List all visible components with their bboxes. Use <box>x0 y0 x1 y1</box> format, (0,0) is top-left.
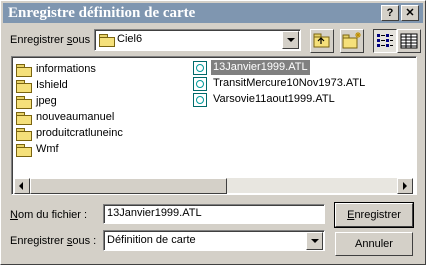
folder-icon <box>16 80 32 93</box>
new-folder-button[interactable] <box>340 29 364 53</box>
folder-icon <box>99 34 115 47</box>
file-list[interactable]: informations Ishield jpeg nouveaumanuel … <box>11 56 417 195</box>
save-as-type-value: Définition de carte <box>107 234 196 246</box>
help-button[interactable]: ? <box>381 5 399 21</box>
atl-file-icon <box>193 93 207 107</box>
save-as-type-dropdown-button[interactable] <box>306 232 323 250</box>
save-in-label: Enregistrer sous : <box>10 34 97 46</box>
details-view-button[interactable] <box>397 29 421 53</box>
up-folder-icon <box>313 33 330 48</box>
title-bar[interactable]: Enregistre définition de carte ? ✕ <box>3 3 423 23</box>
save-as-type-label: Enregistrer sous : <box>10 235 97 247</box>
filename-label: Nom du fichier : <box>10 209 88 221</box>
folder-icon <box>16 144 32 157</box>
filename-value: 13Janvier1999.ATL <box>107 207 202 219</box>
dialog-title: Enregistre définition de carte <box>8 5 196 21</box>
folder-icon <box>16 64 32 77</box>
close-button[interactable]: ✕ <box>401 5 419 21</box>
save-in-combo[interactable]: Ciel6 <box>94 29 301 51</box>
folder-icon <box>16 112 32 125</box>
filename-input[interactable]: 13Janvier1999.ATL <box>103 204 325 224</box>
atl-file-icon <box>193 77 207 91</box>
save-button[interactable]: Enregistrer <box>334 202 414 228</box>
folder-icon <box>16 96 32 109</box>
save-in-value: Ciel6 <box>117 33 143 45</box>
scroll-right-button[interactable] <box>397 178 413 194</box>
atl-file-icon <box>193 61 207 75</box>
horizontal-scrollbar[interactable] <box>14 178 413 194</box>
up-folder-button[interactable] <box>310 29 334 53</box>
scroll-thumb[interactable] <box>30 178 227 194</box>
scroll-left-button[interactable] <box>14 178 30 194</box>
new-folder-icon <box>342 32 361 49</box>
cancel-button[interactable]: Annuler <box>335 232 413 256</box>
save-as-type-combo[interactable]: Définition de carte <box>103 230 325 251</box>
list-view-icon <box>377 34 393 47</box>
details-view-icon <box>400 33 418 49</box>
list-view-button[interactable] <box>373 29 397 53</box>
save-dialog: Enregistre définition de carte ? ✕ Enreg… <box>0 0 426 265</box>
save-in-dropdown-button[interactable] <box>282 31 299 49</box>
folder-icon <box>16 128 32 141</box>
